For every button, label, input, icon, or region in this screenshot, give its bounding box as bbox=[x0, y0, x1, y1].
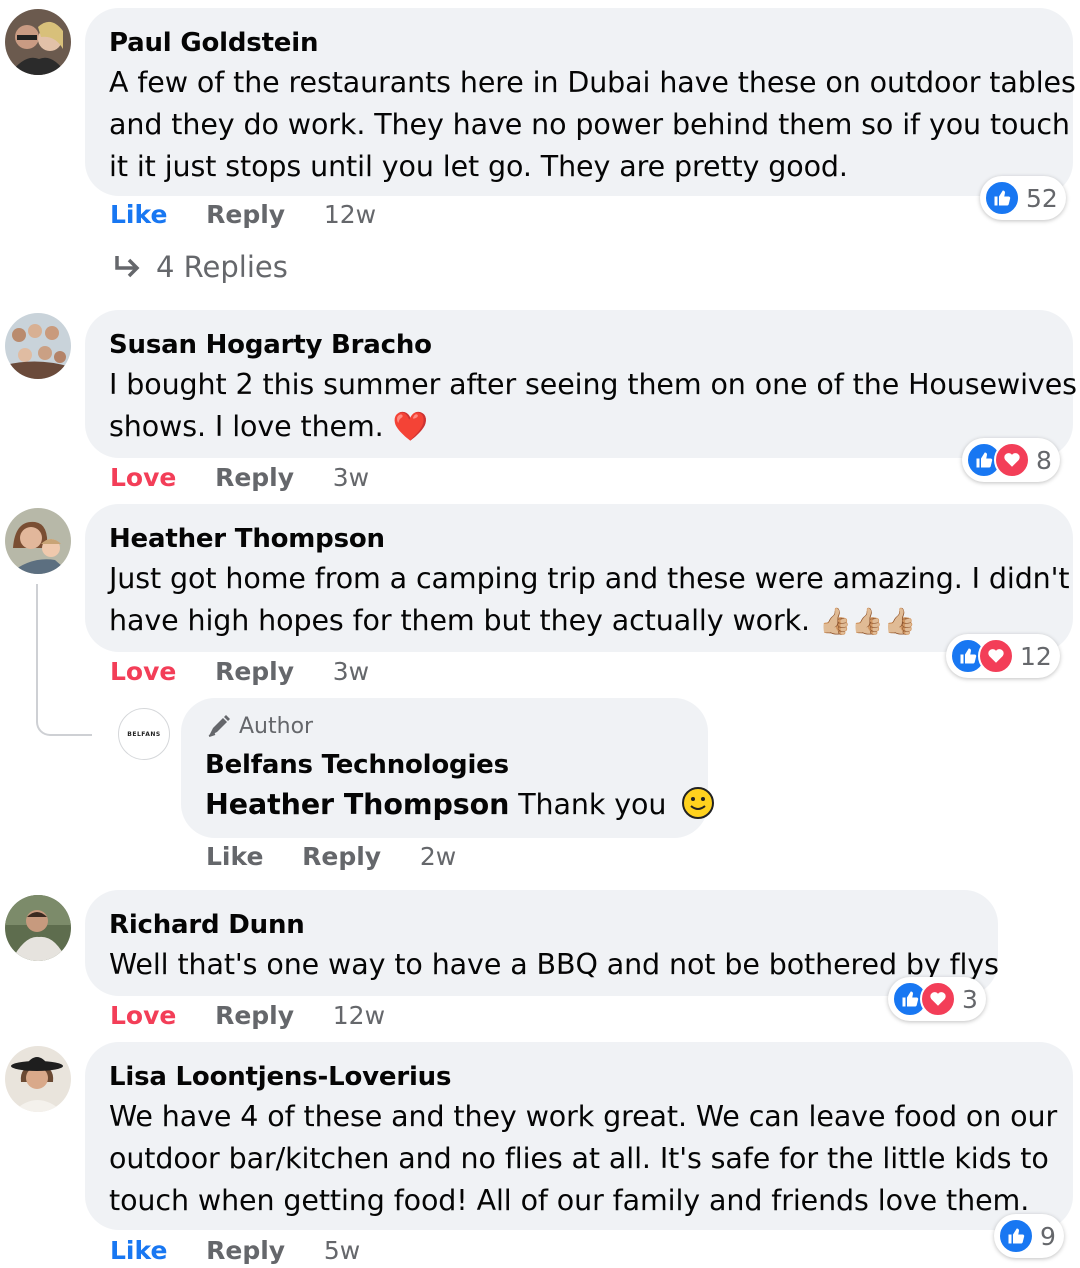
like-button[interactable]: Like bbox=[110, 200, 167, 229]
reaction-number: 8 bbox=[1036, 445, 1052, 475]
comment-author-name[interactable]: Susan Hogarty Bracho bbox=[109, 330, 1049, 360]
heart-emoji: ❤️ bbox=[392, 410, 428, 443]
timestamp[interactable]: 3w bbox=[333, 657, 369, 686]
love-reaction-icon bbox=[920, 981, 956, 1017]
comment-bubble: Richard Dunn Well that's one way to have… bbox=[85, 890, 999, 996]
reaction-count[interactable]: 8 bbox=[962, 438, 1060, 482]
view-replies-link[interactable]: 4 Replies bbox=[112, 250, 288, 284]
reaction-count[interactable]: 52 bbox=[980, 176, 1066, 220]
reaction-count[interactable]: 9 bbox=[994, 1214, 1064, 1258]
reply-button[interactable]: Reply bbox=[206, 1236, 285, 1265]
timestamp[interactable]: 2w bbox=[420, 842, 456, 871]
comment-author-name[interactable]: Richard Dunn bbox=[109, 910, 974, 940]
comment-actions: Like Reply 5w bbox=[110, 1236, 390, 1265]
comment-bubble: Paul Goldstein A few of the restaurants … bbox=[85, 8, 1076, 196]
reply-message: Thank you bbox=[518, 788, 667, 821]
like-reaction-icon bbox=[984, 180, 1020, 216]
comment-author-name[interactable]: Heather Thompson bbox=[109, 524, 1049, 554]
reaction-number: 52 bbox=[1026, 183, 1058, 213]
reply-button[interactable]: Reply bbox=[215, 463, 294, 492]
thumbs-up-emoji: 👍🏼👍🏼👍🏼 bbox=[818, 607, 916, 637]
comment-author-name[interactable]: Lisa Loontjens-Loverius bbox=[109, 1062, 1049, 1092]
page-avatar[interactable]: BELFANS bbox=[118, 708, 170, 760]
timestamp[interactable]: 12w bbox=[324, 200, 376, 229]
avatar[interactable] bbox=[5, 895, 71, 961]
comment-line: shows. I love them. bbox=[109, 410, 384, 443]
mention-link[interactable]: Heather Thompson bbox=[205, 788, 509, 821]
like-reaction-icon bbox=[998, 1218, 1034, 1254]
replies-count-label: 4 Replies bbox=[156, 250, 288, 284]
reply-button[interactable]: Reply bbox=[215, 657, 294, 686]
reaction-number: 3 bbox=[962, 984, 978, 1014]
comment-line: Well that's one way to have a BBQ and no… bbox=[109, 948, 999, 981]
author-badge: Author bbox=[205, 712, 684, 740]
comment-line: I bought 2 this summer after seeing them… bbox=[109, 368, 1077, 401]
like-button[interactable]: Like bbox=[110, 1236, 167, 1265]
timestamp[interactable]: 3w bbox=[333, 463, 369, 492]
comment-line-wrap: shows. I love them. ❤️ bbox=[109, 406, 1049, 448]
comment-line: it it just stops until you let go. They … bbox=[109, 150, 848, 183]
reply-author-name[interactable]: Belfans Technologies bbox=[205, 750, 684, 780]
like-button[interactable]: Like bbox=[206, 842, 263, 871]
reaction-number: 9 bbox=[1040, 1221, 1056, 1251]
reply-arrow-icon bbox=[115, 256, 140, 278]
love-reaction-icon bbox=[994, 442, 1030, 478]
author-pen-icon bbox=[208, 715, 230, 737]
comment-line-wrap: have high hopes for them but they actual… bbox=[109, 600, 1049, 643]
reply-actions: Like Reply 2w bbox=[206, 842, 486, 871]
comment-author-name[interactable]: Paul Goldstein bbox=[109, 28, 1049, 58]
comment-bubble: Lisa Loontjens-Loverius We have 4 of the… bbox=[85, 1042, 1073, 1230]
author-badge-label: Author bbox=[239, 713, 314, 739]
comment-actions: Love Reply 3w bbox=[110, 657, 399, 686]
love-button[interactable]: Love bbox=[110, 1001, 176, 1030]
timestamp[interactable]: 5w bbox=[324, 1236, 360, 1265]
avatar[interactable] bbox=[5, 508, 71, 574]
love-button[interactable]: Love bbox=[110, 463, 176, 492]
comment-line: Just got home from a camping trip and th… bbox=[109, 562, 1070, 595]
avatar[interactable] bbox=[5, 313, 71, 379]
reaction-count[interactable]: 3 bbox=[888, 977, 986, 1021]
comment-bubble: Heather Thompson Just got home from a ca… bbox=[85, 504, 1073, 652]
love-reaction-icon bbox=[978, 638, 1014, 674]
love-button[interactable]: Love bbox=[110, 657, 176, 686]
timestamp[interactable]: 12w bbox=[333, 1001, 385, 1030]
reply-button[interactable]: Reply bbox=[215, 1001, 294, 1030]
comment-line: and they do work. They have no power beh… bbox=[109, 108, 1070, 141]
page-avatar-logo: BELFANS bbox=[127, 730, 161, 738]
reply-bubble: Author Belfans Technologies Heather Thom… bbox=[181, 698, 715, 838]
comment-line: have high hopes for them but they actual… bbox=[109, 604, 810, 637]
avatar[interactable] bbox=[5, 9, 71, 75]
comment-bubble: Susan Hogarty Bracho I bought 2 this sum… bbox=[85, 310, 1077, 458]
smile-emoji-icon bbox=[682, 787, 715, 819]
comment-line: A few of the restaurants here in Dubai h… bbox=[109, 66, 1076, 99]
comment-actions: Like Reply 12w bbox=[110, 200, 406, 229]
comment-line: We have 4 of these and they work great. … bbox=[109, 1100, 1058, 1133]
comment-actions: Love Reply 12w bbox=[110, 1001, 415, 1030]
reaction-count[interactable]: 12 bbox=[946, 634, 1060, 678]
comment-actions: Love Reply 3w bbox=[110, 463, 399, 492]
thread-line bbox=[36, 584, 92, 736]
avatar[interactable] bbox=[5, 1046, 71, 1112]
reply-text: Heather Thompson Thank you bbox=[205, 784, 715, 826]
reply-button[interactable]: Reply bbox=[302, 842, 381, 871]
comment-line: outdoor bar/kitchen and no flies at all.… bbox=[109, 1142, 1049, 1175]
comment-line: touch when getting food! All of our fami… bbox=[109, 1184, 1030, 1217]
reply-button[interactable]: Reply bbox=[206, 200, 285, 229]
reaction-number: 12 bbox=[1020, 641, 1052, 671]
